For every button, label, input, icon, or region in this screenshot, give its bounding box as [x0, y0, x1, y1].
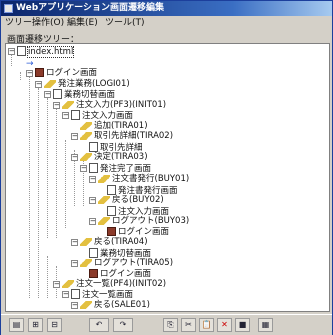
pencil-icon: [80, 132, 92, 140]
expander-logi01[interactable]: −: [35, 81, 42, 88]
window-title: Webアプリケーション画面遷移編集: [16, 3, 164, 13]
expander-buy03[interactable]: −: [89, 218, 96, 225]
expander-init01[interactable]: −: [53, 102, 60, 109]
cut-icon[interactable]: ✂: [181, 318, 196, 332]
expander-tira05[interactable]: −: [71, 260, 78, 267]
expander-order-list[interactable]: −: [62, 291, 69, 298]
page-icon: [17, 46, 26, 56]
pencil-icon: [98, 217, 110, 225]
pencil-icon: [62, 101, 74, 109]
menu-bar: ツリー操作(O) 編集(E) ツール(T): [1, 16, 332, 30]
tree-node-tira03[interactable]: 決定(TIRA03): [80, 152, 148, 163]
expander-init02[interactable]: −: [53, 281, 60, 288]
tree-node-order-complete[interactable]: 発注完了画面: [89, 163, 151, 174]
arrow-icon: →: [26, 59, 34, 69]
page-icon: [71, 110, 80, 120]
tree-node-login[interactable]: ログイン画面: [35, 68, 97, 79]
expand-all-icon[interactable]: ▤: [9, 318, 24, 332]
expander-tira04[interactable]: −: [71, 239, 78, 246]
page-icon: [71, 289, 80, 299]
pencil-icon: [62, 280, 74, 288]
page-icon: [89, 142, 98, 152]
pencil-icon: [80, 301, 92, 309]
save-icon[interactable]: ■: [235, 318, 250, 332]
expander-switch[interactable]: −: [44, 91, 51, 98]
tree-node-tira04[interactable]: 戻る(TIRA04): [80, 237, 148, 248]
tree-node-arrow[interactable]: →: [26, 57, 37, 69]
expander-tira02[interactable]: −: [71, 133, 78, 140]
transition-tree[interactable]: − index.html → − ログイン画面 − 発注業務(LOGI01) −…: [5, 43, 330, 312]
expander-login[interactable]: −: [26, 70, 33, 77]
tree-node-order-input[interactable]: 注文入力画面: [71, 110, 133, 121]
pencil-icon: [80, 238, 92, 246]
login-icon: [107, 227, 116, 236]
redo-icon[interactable]: ↷: [113, 318, 133, 332]
app-window: Webアプリケーション画面遷移編集 ツリー操作(O) 編集(E) ツール(T) …: [0, 0, 333, 335]
expander-root[interactable]: −: [8, 48, 15, 55]
delete-icon[interactable]: ✕: [217, 318, 232, 332]
tree-node-order-list[interactable]: 注文一覧画面: [71, 289, 133, 300]
pencil-icon: [80, 122, 92, 130]
tree-node-buy03[interactable]: ログアウト(BUY03): [98, 216, 189, 227]
collapse-icon[interactable]: ⊟: [47, 318, 62, 332]
expander-buy01[interactable]: −: [89, 176, 96, 183]
page-icon: [89, 248, 98, 258]
tree-node-tira02[interactable]: 取引先詳細(TIRA02): [80, 131, 173, 142]
pencil-icon: [80, 153, 92, 161]
paste-icon[interactable]: 📋: [199, 318, 214, 332]
login-icon: [35, 68, 44, 77]
page-icon: [89, 163, 98, 173]
pencil-icon: [44, 80, 56, 88]
tree-node-index[interactable]: index.html: [17, 46, 75, 58]
page-icon: [53, 89, 62, 99]
page-icon: [107, 206, 116, 216]
menu-tree-ops[interactable]: ツリー操作(O): [5, 17, 64, 29]
toolbar: ▤ ⊞ ⊟ ↶ ↷ ⎘ ✂ 📋 ✕ ■ ▦: [1, 314, 332, 335]
tree-node-sale01[interactable]: 戻る(SALE01): [80, 300, 150, 311]
tree-node-buy01[interactable]: 注文書発行(BUY01): [98, 174, 189, 185]
pencil-icon: [98, 196, 110, 204]
app-icon: [4, 4, 13, 13]
copy-icon[interactable]: ⎘: [163, 318, 178, 332]
pencil-icon: [98, 175, 110, 183]
menu-tools[interactable]: ツール(T): [105, 17, 145, 29]
export-icon[interactable]: ▦: [258, 318, 273, 332]
tree-node-buy02[interactable]: 戻る(BUY02): [98, 195, 164, 206]
expander-complete[interactable]: −: [80, 165, 87, 172]
expander-tira03[interactable]: −: [71, 154, 78, 161]
menu-edit[interactable]: 編集(E): [67, 17, 98, 29]
login-icon: [89, 269, 98, 278]
expander-sale01[interactable]: −: [71, 302, 78, 309]
expander-order-input[interactable]: −: [62, 112, 69, 119]
tree-icon[interactable]: ⊞: [28, 318, 43, 332]
title-bar: Webアプリケーション画面遷移編集: [1, 1, 332, 16]
page-icon: [107, 185, 116, 195]
expander-buy02[interactable]: −: [89, 197, 96, 204]
tree-node-tira05[interactable]: ログアウト(TIRA05): [80, 258, 173, 269]
tree-node-switch[interactable]: 業務切替画面: [53, 89, 115, 100]
pencil-icon: [80, 259, 92, 267]
undo-icon[interactable]: ↶: [89, 318, 109, 332]
